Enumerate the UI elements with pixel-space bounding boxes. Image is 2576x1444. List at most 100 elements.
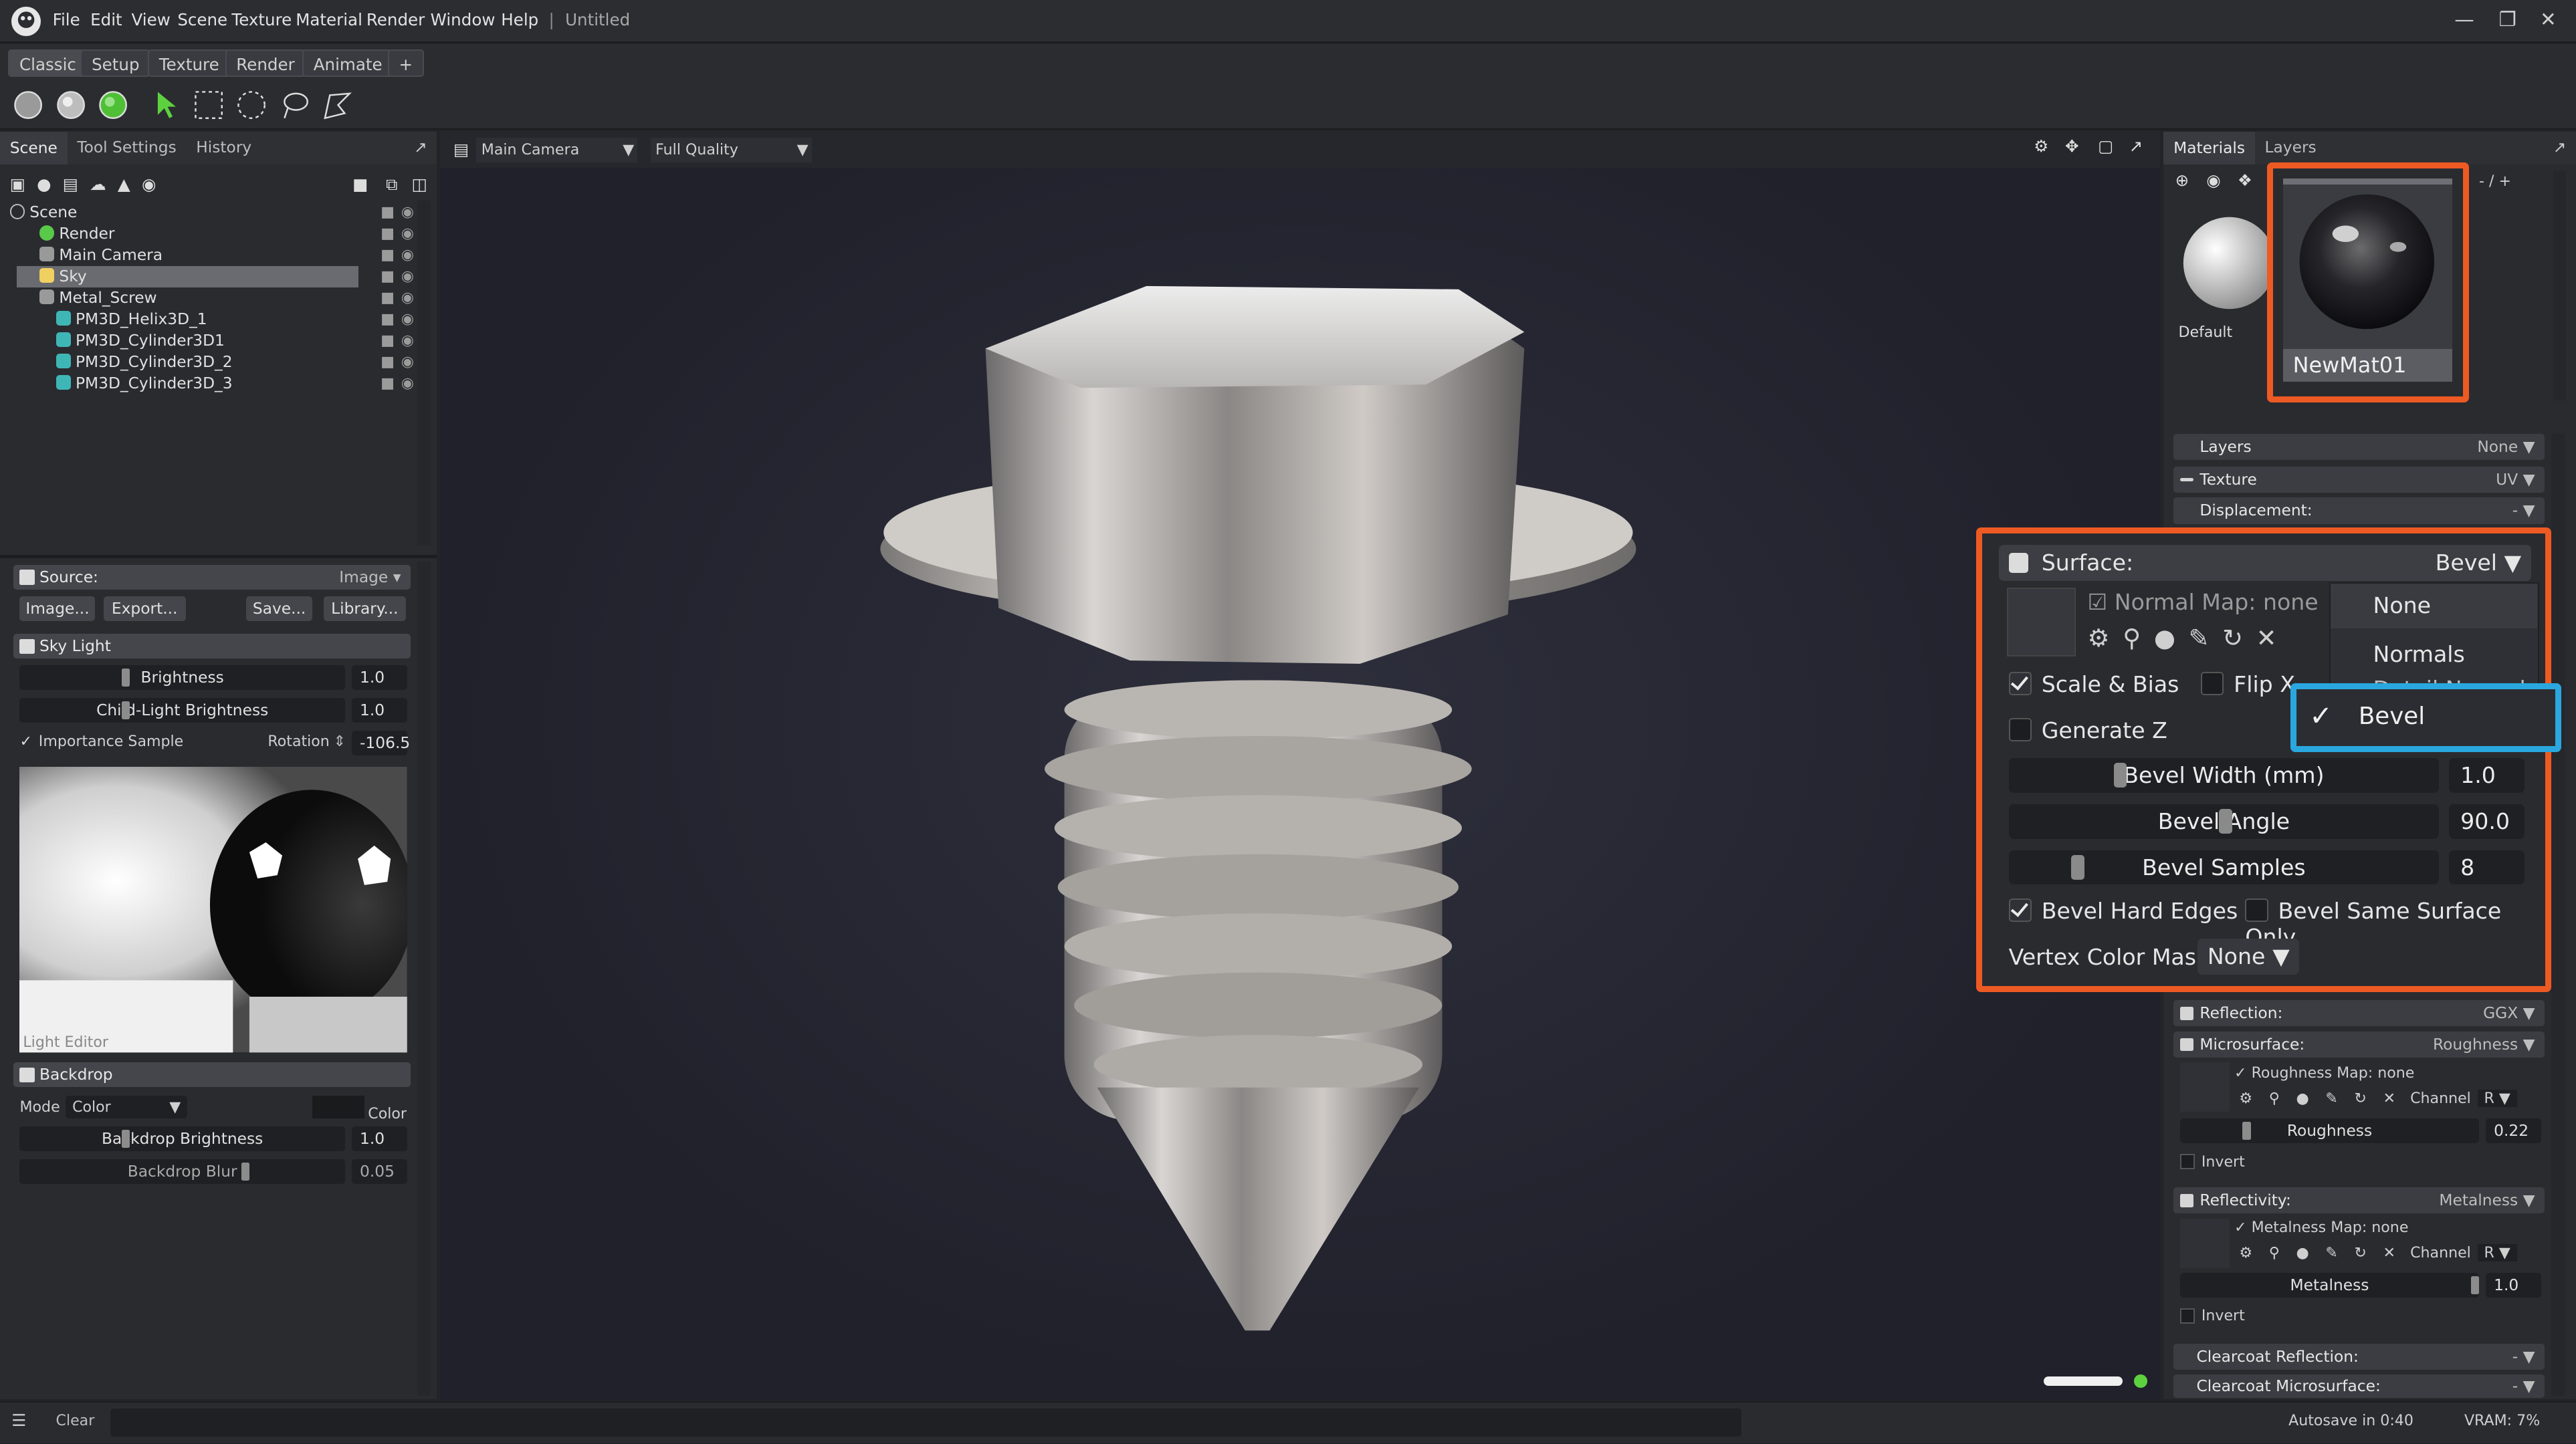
search-icon[interactable]: ⚲ (2269, 1244, 2280, 1261)
duplicate-material-icon[interactable]: ◉ (2206, 170, 2220, 190)
folder-icon[interactable]: ■ (352, 174, 368, 194)
camera-select[interactable]: Main Camera ▼ (476, 138, 638, 163)
lock-visibility-icons[interactable]: ■◉ (381, 309, 421, 330)
backdrop-blur-slider[interactable]: Backdrop Blur (19, 1159, 345, 1185)
bevel-angle-value[interactable]: 90.0 (2448, 804, 2525, 839)
child-light-brightness-slider[interactable]: Child-Light Brightness (19, 698, 345, 723)
reload-icon[interactable]: ↻ (2354, 1090, 2367, 1107)
viewport-settings-icon[interactable]: ⚙ (2034, 136, 2048, 156)
reflection-toggle[interactable] (2179, 1006, 2193, 1020)
quality-select[interactable]: Full Quality ▼ (650, 138, 812, 163)
tree-item-cylinder-2[interactable]: PM3D_Cylinder3D_2 ■◉ (56, 352, 421, 373)
microsurface-section[interactable]: Microsurface: Roughness ▼ (2173, 1031, 2545, 1058)
settings-icon[interactable]: ⚙ (2088, 624, 2110, 652)
roughness-invert[interactable]: Invert (2179, 1153, 2245, 1171)
clear-button[interactable]: Clear (56, 1412, 95, 1429)
menu-scene[interactable]: Scene (177, 10, 227, 29)
slider-knob[interactable] (2242, 1121, 2251, 1140)
clear-icon[interactable]: ✕ (2256, 624, 2277, 652)
frame-icon[interactable]: ▢ (2098, 136, 2113, 156)
rotation-value[interactable]: -106.5 (351, 731, 410, 756)
menu-help[interactable]: Help (501, 10, 538, 29)
maximize-viewport-icon[interactable]: ↗ (2129, 136, 2143, 156)
sky-light-toggle[interactable] (19, 638, 35, 654)
roughness-value[interactable]: 0.22 (2485, 1118, 2542, 1143)
color-swatch[interactable] (312, 1095, 365, 1118)
invert-checkbox[interactable] (2179, 1154, 2195, 1169)
child-light-value[interactable]: 1.0 (351, 698, 408, 723)
shade-smooth-icon[interactable] (56, 90, 86, 124)
menu-texture[interactable]: Texture (231, 10, 292, 29)
texture-section[interactable]: Texture UV ▼ (2173, 466, 2545, 493)
source-dropdown[interactable]: Image ▾ (339, 565, 401, 590)
add-misc-icon[interactable]: ◉ (142, 174, 156, 194)
rotation-stepper-icon[interactable]: ⇕ (334, 733, 346, 750)
lasso-select-icon[interactable] (280, 90, 309, 124)
menu-window[interactable]: Window (431, 10, 496, 29)
tree-scrollbar[interactable] (417, 200, 431, 546)
clear-icon[interactable]: ✕ (2383, 1244, 2396, 1261)
channel-select[interactable]: R ▼ (2477, 1090, 2517, 1108)
bevel-samples-slider[interactable]: Bevel Samples (2008, 850, 2440, 885)
mode-select[interactable]: Color ▼ (66, 1095, 188, 1118)
generate-z-option[interactable]: Generate Z (2008, 717, 2167, 743)
edit-icon[interactable]: ✎ (2189, 624, 2210, 652)
clearcoat-reflection-dropdown[interactable]: - ▼ (2512, 1344, 2535, 1370)
collapse-icon[interactable] (2179, 477, 2193, 481)
dot-icon[interactable]: ● (2296, 1244, 2309, 1261)
sky-row-icons[interactable]: ■◉ (368, 266, 421, 287)
material-newmat01[interactable]: NewMat01 (2282, 178, 2452, 382)
edit-icon[interactable]: ✎ (2325, 1244, 2338, 1261)
texture-dropdown[interactable]: UV ▼ (2496, 467, 2535, 493)
log-menu-icon[interactable]: ☰ (11, 1411, 26, 1430)
reload-icon[interactable]: ↻ (2222, 624, 2243, 652)
tree-item-metal-screw[interactable]: Metal_Screw ■◉ (39, 287, 421, 309)
add-camera-icon[interactable]: ▤ (63, 174, 78, 194)
brightness-value[interactable]: 1.0 (351, 665, 408, 690)
restore-icon[interactable]: ❐ (2499, 8, 2516, 31)
tree-item-render[interactable]: Render ■◉ (39, 223, 421, 245)
menu-render[interactable]: Render (366, 10, 425, 29)
search-icon[interactable]: ⚲ (2269, 1090, 2280, 1107)
slider-knob[interactable] (2219, 809, 2232, 834)
slider-knob[interactable] (121, 668, 130, 687)
lock-visibility-icons[interactable]: ■◉ (381, 202, 421, 223)
slider-knob[interactable] (241, 1163, 250, 1181)
dot-icon[interactable]: ● (2154, 624, 2175, 652)
tab-materials[interactable]: Materials (2163, 131, 2255, 164)
properties-scrollbar[interactable] (417, 562, 431, 1397)
backdrop-brightness-slider[interactable]: Backdrop Brightness (19, 1126, 345, 1152)
tab-texture[interactable]: Texture (148, 49, 231, 78)
metalness-map-thumbnail[interactable] (2179, 1218, 2230, 1268)
export-button[interactable]: Export... (103, 596, 186, 621)
light-editor-preview[interactable]: Light Editor (19, 767, 408, 1053)
displacement-dropdown[interactable]: - ▼ (2512, 497, 2535, 523)
rect-select-icon[interactable] (194, 90, 223, 124)
clearcoat-microsurface-dropdown[interactable]: - ▼ (2512, 1374, 2535, 1397)
lock-visibility-icons[interactable]: ■◉ (381, 287, 421, 309)
undock-icon[interactable]: ↗ (414, 134, 427, 162)
slider-knob[interactable] (2470, 1276, 2480, 1294)
bevel-angle-slider[interactable]: Bevel Angle (2008, 804, 2440, 839)
tab-setup[interactable]: Setup (80, 49, 151, 78)
lock-visibility-icons[interactable]: ■◉ (381, 373, 421, 394)
backdrop-blur-value[interactable]: 0.05 (351, 1159, 408, 1185)
edit-icon[interactable]: ✎ (2325, 1090, 2338, 1107)
undock-icon[interactable]: ↗ (2553, 134, 2567, 162)
metalness-value[interactable]: 1.0 (2485, 1272, 2542, 1298)
add-tab-button[interactable]: + (387, 49, 424, 78)
image-button[interactable]: Image... (19, 596, 96, 621)
search-icon[interactable]: ⚲ (2123, 624, 2141, 652)
tab-layers[interactable]: Layers (2255, 134, 2327, 162)
source-toggle[interactable] (19, 570, 35, 585)
clearcoat-microsurface-section[interactable]: Clearcoat Microsurface: - ▼ (2173, 1374, 2545, 1398)
displacement-section[interactable]: Displacement: - ▼ (2173, 497, 2545, 524)
polygon-select-icon[interactable] (322, 90, 352, 124)
lock-visibility-icons[interactable]: ■◉ (381, 352, 421, 373)
dropdown-option-bevel[interactable]: ✓ Bevel (2290, 683, 2561, 753)
scale-bias-option[interactable]: Scale & Bias (2008, 671, 2179, 697)
brightness-slider[interactable]: Brightness (19, 665, 345, 690)
vertex-color-mask-select[interactable]: None ▼ (2197, 939, 2300, 975)
shade-flat-icon[interactable] (13, 90, 43, 124)
roughness-slider[interactable]: Roughness (2179, 1118, 2480, 1143)
